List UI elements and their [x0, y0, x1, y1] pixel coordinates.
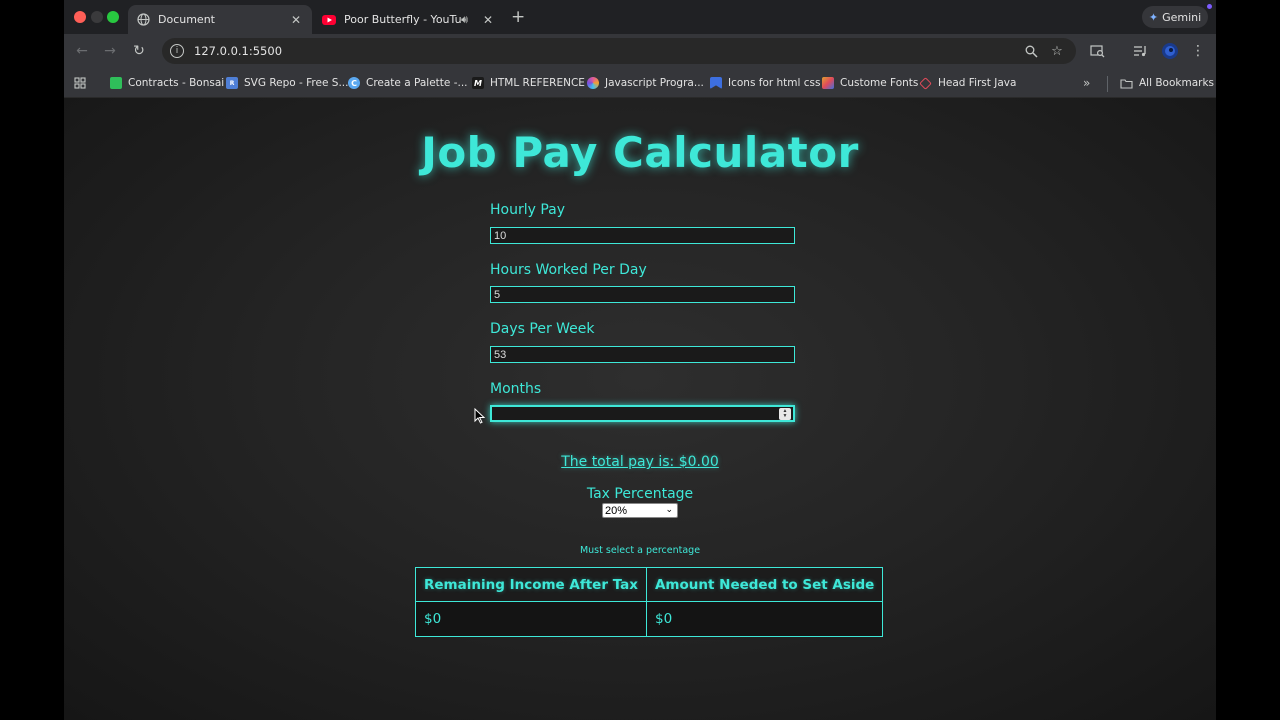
address-bar[interactable]: i 127.0.0.1:5500 ☆: [162, 38, 1076, 64]
maximize-window-button[interactable]: [107, 11, 119, 23]
hours-per-day-value: 5: [494, 288, 501, 301]
javascript-icon: [587, 77, 599, 89]
tax-selected-value: 20%: [605, 504, 628, 517]
months-label: Months: [490, 381, 542, 397]
tax-percentage-label: Tax Percentage: [586, 486, 694, 502]
close-icon[interactable]: ✕: [480, 13, 496, 27]
more-menu-icon[interactable]: ⋮: [1189, 42, 1207, 60]
bookmark-javascript[interactable]: Javascript Progra...: [587, 75, 704, 91]
hourly-pay-value: 10: [494, 229, 507, 242]
bookmarks-bar: Contracts - Bonsai R SVG Repo - Free S..…: [64, 68, 1216, 98]
gemini-icon: ✦: [1148, 10, 1159, 24]
folder-icon: [1120, 78, 1133, 89]
total-pay-value: The total pay is: $0.00: [561, 454, 719, 470]
java-icon: [919, 76, 932, 90]
more-bookmarks-chevron-icon[interactable]: »: [1083, 75, 1090, 91]
back-button[interactable]: ←: [72, 41, 92, 61]
mouse-cursor-icon: [474, 408, 486, 424]
notification-dot: [1207, 4, 1212, 9]
days-per-week-value: 53: [494, 348, 507, 361]
remaining-income-header: Remaining Income After Tax: [415, 567, 647, 602]
page-viewport: Job Pay Calculator Hourly Pay 10 Hours W…: [64, 98, 1216, 720]
speaker-icon[interactable]: 🔊︎: [461, 13, 468, 27]
tab-label: Poor Butterfly - YouTube: [344, 13, 462, 26]
bookmark-label: Create a Palette -...: [366, 77, 468, 89]
tab-strip: Document ✕ Poor Butterfly - YouTube 🔊︎ ✕…: [64, 0, 1216, 34]
media-control-icon[interactable]: [1131, 42, 1149, 60]
tab-youtube[interactable]: Poor Butterfly - YouTube 🔊︎ ✕: [314, 5, 504, 34]
palette-icon: C: [348, 77, 360, 89]
hours-per-day-label: Hours Worked Per Day: [490, 262, 647, 278]
hours-per-day-input[interactable]: 5: [490, 286, 795, 303]
forward-button[interactable]: →: [100, 41, 120, 61]
bookmark-contracts-bonsai[interactable]: Contracts - Bonsai: [110, 75, 224, 91]
bonsai-icon: [110, 77, 122, 89]
table-header-row: Remaining Income After Tax Amount Needed…: [415, 567, 884, 602]
bookmark-svg-repo[interactable]: R SVG Repo - Free S...: [226, 75, 348, 91]
bookmark-label: HTML REFERENCE: [490, 77, 585, 89]
site-info-icon[interactable]: i: [170, 44, 184, 58]
bookmark-label: Custome Fonts: [840, 77, 919, 89]
globe-icon: [136, 13, 150, 27]
days-per-week-input[interactable]: 53: [490, 346, 795, 363]
results-table: Remaining Income After Tax Amount Needed…: [415, 567, 884, 637]
table-row: $0 $0: [415, 601, 884, 637]
bookmark-head-first-java[interactable]: Head First Java: [919, 75, 1017, 91]
spinner-down-icon[interactable]: ▼: [783, 414, 788, 419]
bookmark-html-reference[interactable]: M HTML REFERENCE: [472, 75, 585, 91]
bookmark-custome-fonts[interactable]: Custome Fonts: [822, 75, 918, 91]
number-spinner[interactable]: ▲ ▼: [779, 408, 791, 420]
set-aside-cell: $0: [645, 601, 884, 637]
gemini-label: Gemini: [1162, 10, 1202, 24]
bookmark-icons-html-css[interactable]: Icons for html css: [710, 75, 821, 91]
bookmark-label: Icons for html css: [728, 77, 821, 89]
gemini-button[interactable]: ✦ Gemini: [1142, 6, 1208, 28]
close-window-button[interactable]: [74, 11, 86, 23]
minimize-window-button[interactable]: [91, 11, 103, 23]
bookmarks-divider: [1107, 76, 1108, 92]
days-per-week-label: Days Per Week: [490, 321, 595, 337]
bookmark-label: Contracts - Bonsai: [128, 77, 225, 89]
youtube-icon: [322, 13, 336, 27]
validation-message: Must select a percentage: [579, 545, 701, 556]
tab-document[interactable]: Document ✕: [128, 5, 312, 34]
bookmark-label: Javascript Progra...: [605, 77, 704, 89]
bookmark-label: All Bookmarks: [1139, 77, 1215, 89]
reload-button[interactable]: ↻: [129, 41, 149, 61]
months-input[interactable]: ▲ ▼: [490, 405, 795, 422]
tab-label: Document: [158, 13, 215, 26]
page-title: Job Pay Calculator: [421, 128, 859, 177]
bookmark-label: Head First Java: [938, 77, 1017, 89]
zoom-icon[interactable]: [1022, 42, 1040, 60]
icons-icon: [710, 77, 722, 89]
search-tabs-icon[interactable]: [1088, 42, 1106, 60]
profile-avatar[interactable]: [1161, 42, 1179, 60]
browser-window: Document ✕ Poor Butterfly - YouTube 🔊︎ ✕…: [64, 0, 1216, 720]
url-text: 127.0.0.1:5500: [194, 44, 283, 58]
svgrepo-icon: R: [226, 77, 238, 89]
hourly-pay-input[interactable]: 10: [490, 227, 795, 244]
html-ref-icon: M: [472, 77, 484, 89]
toolbar: ← → ↻ i 127.0.0.1:5500 ☆ ⋮: [64, 34, 1216, 68]
apps-grid-icon[interactable]: [74, 75, 86, 91]
bookmark-label: SVG Repo - Free S...: [244, 77, 349, 89]
fonts-icon: [822, 77, 834, 89]
new-tab-button[interactable]: +: [511, 7, 525, 27]
tax-percentage-select[interactable]: 20% ⌄: [602, 503, 678, 518]
chevron-down-icon: ⌄: [665, 504, 673, 514]
hourly-pay-label: Hourly Pay: [490, 202, 566, 218]
total-pay-text: The total pay is: $0.00: [64, 454, 1216, 470]
remaining-income-cell: $0: [415, 601, 647, 637]
set-aside-header: Amount Needed to Set Aside: [645, 567, 884, 602]
close-icon[interactable]: ✕: [288, 13, 304, 27]
bookmark-star-icon[interactable]: ☆: [1048, 42, 1066, 60]
bookmark-create-palette[interactable]: C Create a Palette -...: [348, 75, 468, 91]
all-bookmarks-button[interactable]: All Bookmarks: [1120, 75, 1214, 91]
